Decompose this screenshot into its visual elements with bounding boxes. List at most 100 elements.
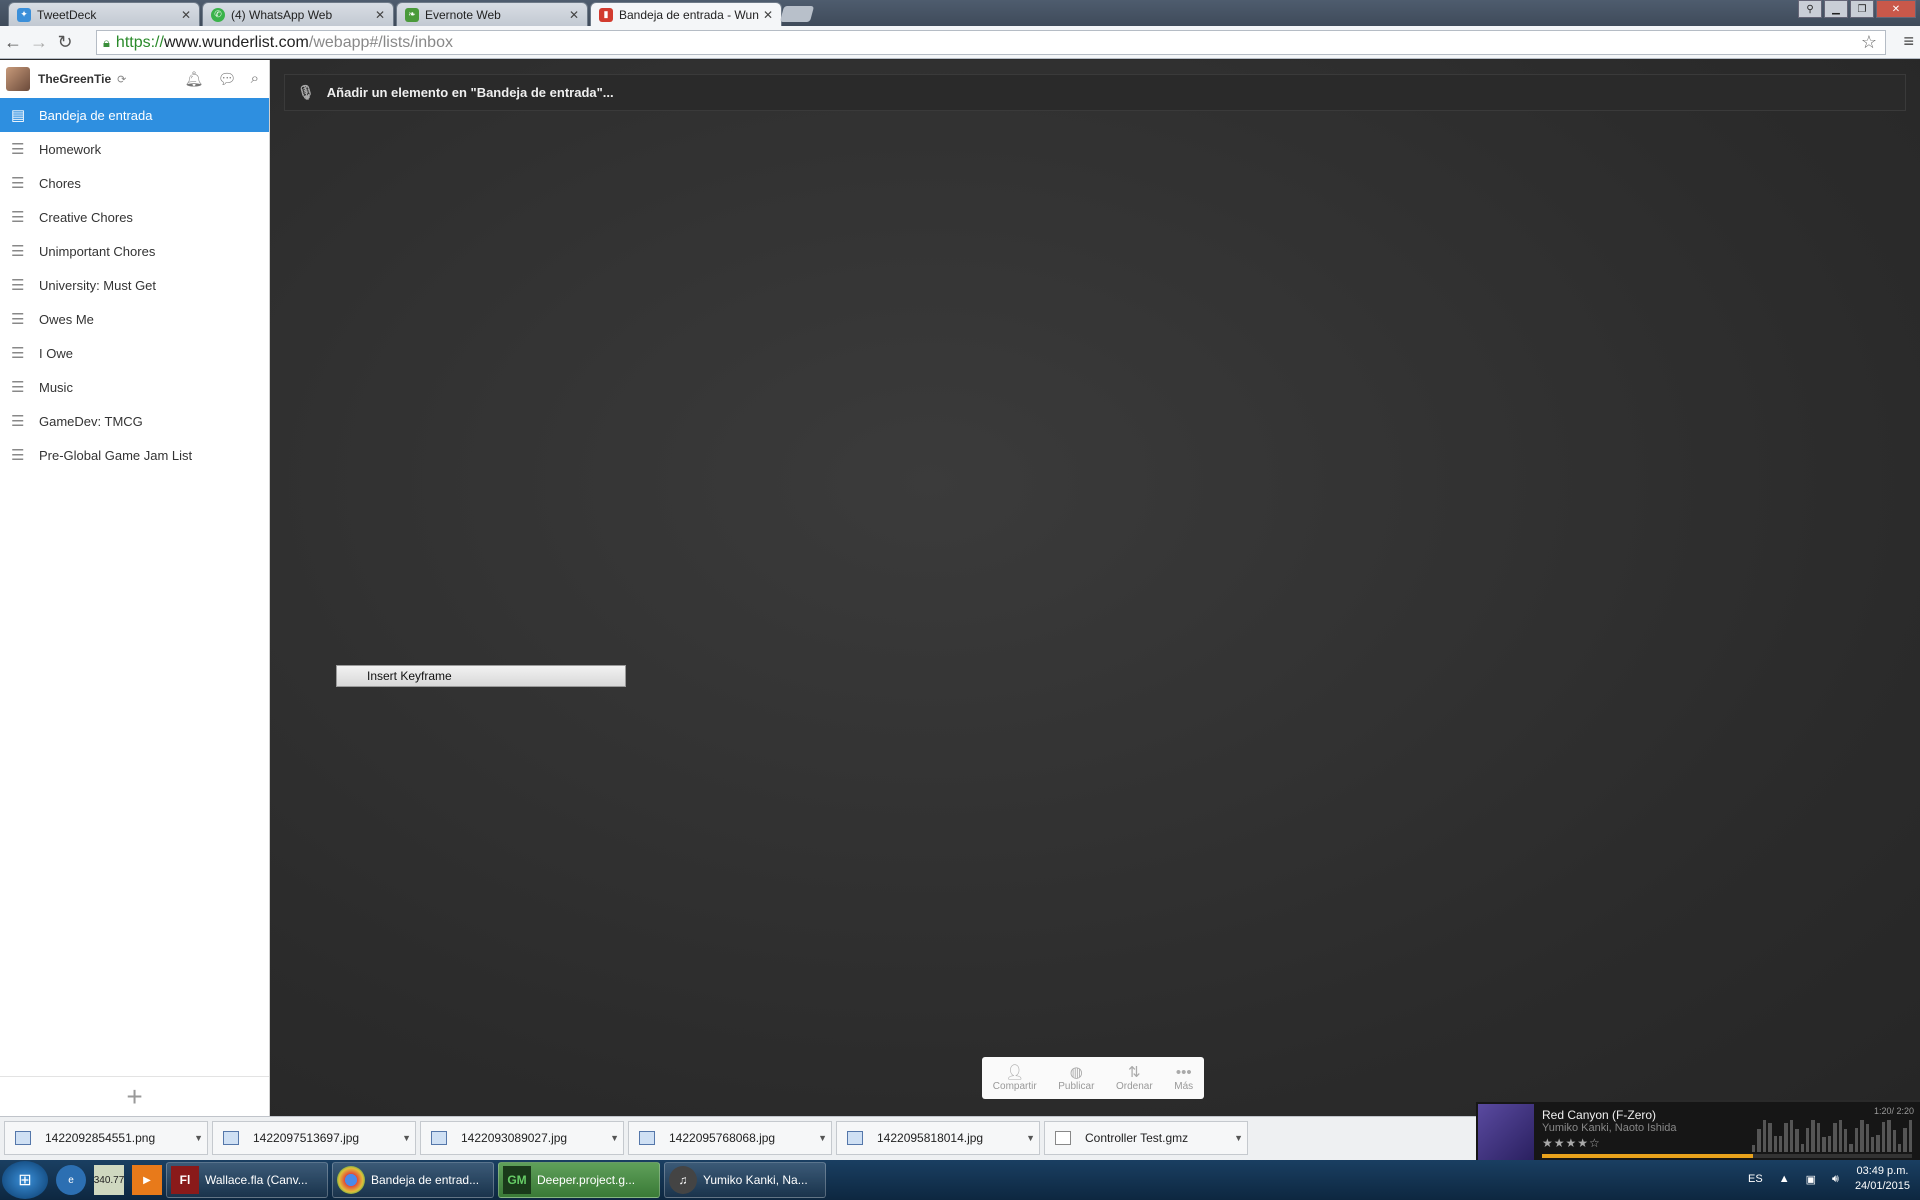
user-icon[interactable]: ⚲ <box>1798 0 1822 18</box>
tab-label: (4) WhatsApp Web <box>231 7 333 22</box>
url-path: /webapp#/lists/inbox <box>308 33 453 51</box>
list-label: GameDev: TMCG <box>39 413 143 429</box>
list-item-inbox[interactable]: ▤ Bandeja de entrada <box>0 98 269 132</box>
window-controls: ⚲ ▁ ❐ ✕ <box>1798 0 1916 18</box>
close-tab-icon[interactable]: ✕ <box>763 8 773 22</box>
taskbar-item-chrome[interactable]: Bandeja de entrad... <box>332 1162 494 1198</box>
download-item[interactable]: 1422095818014.jpg ▼ <box>836 1121 1040 1155</box>
list-item[interactable]: ☰ Homework <box>0 132 269 166</box>
add-person-icon: 👤︎ <box>1005 1063 1025 1081</box>
system-tray: ES ▲ ▣ 🔊︎ 03:49 p.m. 24/01/2015 <box>1748 1164 1910 1194</box>
star-rating[interactable]: ★★★★☆ <box>1542 1136 1601 1150</box>
chevron-down-icon[interactable]: ▼ <box>1234 1133 1243 1143</box>
media-player-icon[interactable]: ▶ <box>132 1165 162 1195</box>
more-button[interactable]: ••• Más <box>1174 1064 1194 1092</box>
maximize-button[interactable]: ❐ <box>1850 0 1874 18</box>
track-time: 1:20/ 2:20 <box>1873 1106 1914 1116</box>
network-icon[interactable]: ▣ <box>1806 1173 1816 1186</box>
plus-icon: + <box>126 1080 143 1112</box>
new-tab-button[interactable] <box>779 6 815 22</box>
download-item[interactable]: 1422095768068.jpg ▼ <box>628 1121 832 1155</box>
start-button[interactable]: ⊞ <box>2 1161 48 1199</box>
taskbar-item-flash[interactable]: Fl Wallace.fla (Canv... <box>166 1162 328 1198</box>
chevron-down-icon[interactable]: ▼ <box>402 1133 411 1143</box>
search-icon[interactable]: ⌕ <box>251 70 259 88</box>
menu-icon[interactable]: ≡ <box>1903 31 1914 52</box>
chevron-down-icon[interactable]: ▼ <box>818 1133 827 1143</box>
bookmark-star-icon[interactable]: ☆ <box>1861 32 1877 53</box>
track-progress[interactable] <box>1542 1154 1912 1158</box>
close-window-button[interactable]: ✕ <box>1876 0 1916 18</box>
username[interactable]: TheGreenTie <box>38 72 111 86</box>
close-tab-icon[interactable]: ✕ <box>569 8 579 22</box>
download-item[interactable]: 1422093089027.jpg ▼ <box>420 1121 624 1155</box>
context-menu-item-insert-keyframe[interactable]: Insert Keyframe <box>336 665 626 687</box>
reload-icon[interactable]: ↻ <box>52 32 78 53</box>
taskbar-item-gamemaker[interactable]: GM Deeper.project.g... <box>498 1162 660 1198</box>
forward-arrow-icon[interactable]: → <box>26 32 52 53</box>
list-item[interactable]: ☰ Pre-Global Game Jam List <box>0 438 269 472</box>
share-button[interactable]: 👤︎ Compartir <box>993 1063 1037 1092</box>
publish-button[interactable]: ◍ Publicar <box>1058 1064 1094 1092</box>
action-label: Ordenar <box>1115 1080 1153 1092</box>
chevron-down-icon[interactable]: ▼ <box>610 1133 619 1143</box>
equalizer-bar <box>1865 1123 1869 1152</box>
list-item[interactable]: ☰ Creative Chores <box>0 200 269 234</box>
equalizer-bar <box>1849 1143 1853 1152</box>
close-tab-icon[interactable]: ✕ <box>181 8 191 22</box>
list-label: Pre-Global Game Jam List <box>39 447 193 463</box>
show-hidden-icons-icon[interactable]: ▲ <box>1779 1173 1790 1185</box>
list-item[interactable]: ☰ GameDev: TMCG <box>0 404 269 438</box>
taskbar-item-music-player[interactable]: ♫ Yumiko Kanki, Na... <box>664 1162 826 1198</box>
list-item[interactable]: ☰ Music <box>0 370 269 404</box>
add-item-input[interactable]: 🎙︎ Añadir un elemento en "Bandeja de ent… <box>284 74 1906 111</box>
quick-launch-counter[interactable]: 340.77 <box>94 1165 124 1195</box>
chevron-down-icon[interactable]: ▼ <box>194 1133 203 1143</box>
list-item[interactable]: ☰ Chores <box>0 166 269 200</box>
equalizer-bar <box>1838 1120 1842 1152</box>
back-arrow-icon[interactable]: ← <box>0 32 26 53</box>
sort-button[interactable]: ⇅ Ordenar <box>1115 1064 1153 1092</box>
wunderlist-icon: ▮ <box>599 7 613 22</box>
tab-tweetdeck[interactable]: ✦ TweetDeck ✕ <box>8 2 200 26</box>
ie-icon[interactable]: e <box>56 1165 86 1195</box>
sync-icon[interactable]: ⟳ <box>117 73 126 86</box>
sidebar: TheGreenTie ⟳ 🔔︎ 💬︎ ⌕ ▤ Bandeja de entra… <box>0 60 270 1116</box>
action-label: Más <box>1174 1080 1194 1092</box>
download-item[interactable]: Controller Test.gmz ▼ <box>1044 1121 1248 1155</box>
tab-whatsapp[interactable]: ✆ (4) WhatsApp Web ✕ <box>202 2 394 26</box>
minimize-button[interactable]: ▁ <box>1824 0 1848 18</box>
equalizer-bar <box>1822 1136 1826 1152</box>
list-item[interactable]: ☰ Unimportant Chores <box>0 234 269 268</box>
address-bar[interactable]: 🔒︎ https://www.wunderlist.com/webapp#/li… <box>96 30 1886 55</box>
clock-date: 24/01/2015 <box>1854 1180 1910 1192</box>
context-menu-label: Insert Keyframe <box>367 669 452 683</box>
list-icon: ☰ <box>11 379 25 396</box>
list-label: University: Must Get <box>39 277 157 293</box>
clock[interactable]: 03:49 p.m. 24/01/2015 <box>1855 1164 1910 1194</box>
tab-wunderlist[interactable]: ▮ Bandeja de entrada - Wun ✕ <box>590 2 782 26</box>
download-item[interactable]: 1422097513697.jpg ▼ <box>212 1121 416 1155</box>
list-icon: ☰ <box>11 243 25 260</box>
list-item[interactable]: ☰ University: Must Get <box>0 268 269 302</box>
gamemaker-icon: GM <box>503 1166 531 1194</box>
comment-icon[interactable]: 💬︎ <box>218 70 237 88</box>
inbox-icon: ▤ <box>11 107 26 124</box>
list-item[interactable]: ☰ I Owe <box>0 336 269 370</box>
music-widget: Red Canyon (F-Zero) Yumiko Kanki, Naoto … <box>1476 1100 1920 1160</box>
tab-evernote[interactable]: ❧ Evernote Web ✕ <box>396 2 588 26</box>
bell-icon[interactable]: 🔔︎ <box>185 70 204 88</box>
list-item[interactable]: ☰ Owes Me <box>0 302 269 336</box>
equalizer-bar <box>1887 1120 1891 1152</box>
avatar[interactable] <box>6 67 30 91</box>
volume-icon[interactable]: 🔊︎ <box>1832 1173 1839 1186</box>
close-tab-icon[interactable]: ✕ <box>375 8 385 22</box>
chevron-down-icon[interactable]: ▼ <box>1026 1133 1035 1143</box>
microphone-icon[interactable]: 🎙︎ <box>297 84 315 101</box>
add-list-button[interactable]: + <box>0 1076 269 1116</box>
download-item[interactable]: 1422092854551.png ▼ <box>4 1121 208 1155</box>
equalizer-bar <box>1897 1143 1902 1152</box>
list-icon: ☰ <box>11 413 25 430</box>
language-indicator[interactable]: ES <box>1748 1173 1763 1185</box>
list-label: Owes Me <box>39 311 94 327</box>
